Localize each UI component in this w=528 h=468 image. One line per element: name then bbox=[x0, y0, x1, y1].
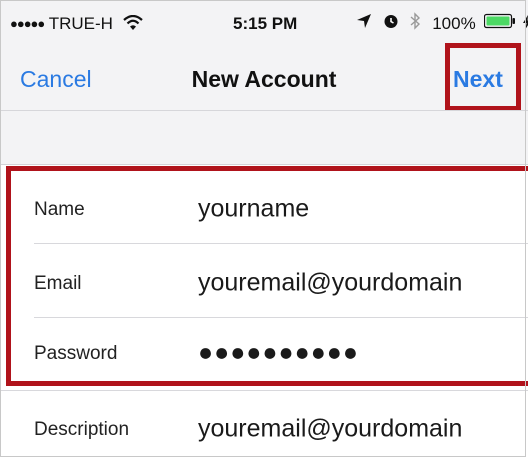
description-row[interactable]: Description youremail@yourdomain bbox=[0, 394, 528, 468]
nav-divider bbox=[0, 110, 528, 111]
wifi-icon bbox=[122, 14, 143, 36]
row-divider bbox=[0, 390, 528, 391]
status-indicators: 100% bbox=[356, 12, 528, 35]
bluetooth-icon bbox=[409, 12, 421, 35]
signal-strength: ●●●●● bbox=[10, 16, 45, 31]
row-divider bbox=[34, 243, 528, 244]
next-button[interactable]: Next bbox=[453, 66, 503, 93]
account-form: Name yourname Email youremail@yourdomain… bbox=[0, 164, 528, 459]
name-label: Name bbox=[34, 199, 85, 220]
navigation-bar: Cancel New Account Next bbox=[0, 44, 528, 108]
description-label: Description bbox=[34, 419, 130, 440]
status-time: 5:15 PM bbox=[233, 14, 298, 33]
battery-icon bbox=[484, 13, 518, 34]
email-field[interactable]: youremail@yourdomain bbox=[198, 269, 462, 298]
name-row[interactable]: Name yourname bbox=[0, 174, 528, 248]
carrier-name: TRUE-H bbox=[48, 14, 113, 33]
carrier-info: ●●●●● TRUE-H bbox=[10, 14, 143, 36]
password-row[interactable]: Password ●●●●●●●●●● bbox=[0, 318, 528, 392]
charging-bolt-icon bbox=[523, 14, 528, 34]
status-bar: ●●●●● TRUE-H 5:15 PM 100% bbox=[0, 0, 528, 44]
alarm-icon bbox=[383, 13, 399, 34]
password-field[interactable]: ●●●●●●●●●● bbox=[198, 339, 359, 368]
description-field[interactable]: youremail@yourdomain bbox=[198, 415, 462, 444]
page-title: New Account bbox=[191, 66, 337, 92]
battery-percentage: 100% bbox=[432, 13, 476, 33]
name-field[interactable]: yourname bbox=[198, 195, 309, 224]
location-arrow-icon bbox=[356, 13, 372, 34]
password-label: Password bbox=[34, 343, 118, 364]
form-top-divider bbox=[0, 164, 528, 165]
email-row[interactable]: Email youremail@yourdomain bbox=[0, 248, 528, 322]
email-label: Email bbox=[34, 273, 82, 294]
